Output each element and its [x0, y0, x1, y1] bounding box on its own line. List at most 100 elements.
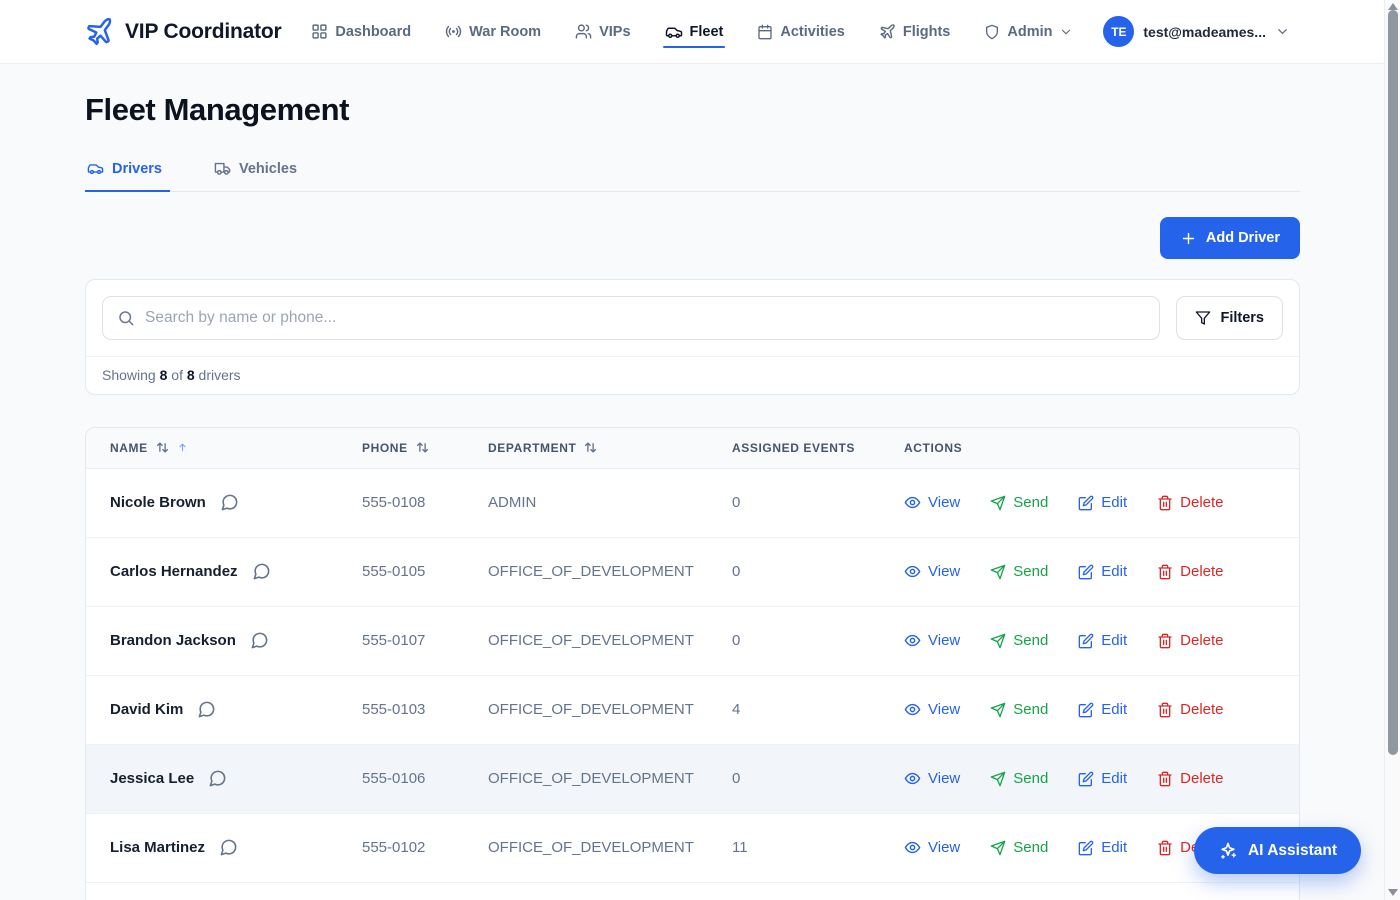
- sort-updown-icon: [583, 440, 598, 455]
- scrollbar-thumb[interactable]: [1388, 10, 1398, 755]
- table-row[interactable]: Jessica Lee 555-0106 OFFICE_OF_DEVELOPME…: [86, 744, 1299, 813]
- view-button[interactable]: View: [904, 701, 960, 718]
- delete-button[interactable]: Delete: [1157, 770, 1223, 787]
- fleet-tabs: Drivers Vehicles: [85, 158, 1300, 192]
- driver-phone: 555-0102: [338, 813, 464, 882]
- nav-item-flights[interactable]: Flights: [879, 0, 951, 64]
- eye-icon: [904, 632, 921, 649]
- nav-item-dashboard[interactable]: Dashboard: [311, 0, 411, 64]
- assigned-events-count: 0: [708, 606, 880, 675]
- nav-item-activities[interactable]: Activities: [757, 0, 844, 64]
- send-button[interactable]: Send: [990, 494, 1048, 511]
- driver-name: Jessica Lee: [110, 770, 194, 787]
- plus-icon: [1180, 230, 1197, 247]
- trash-icon: [1157, 771, 1173, 787]
- driver-name: Brandon Jackson: [110, 632, 236, 649]
- car-icon: [665, 23, 683, 41]
- edit-icon: [1078, 702, 1094, 718]
- edit-button[interactable]: Edit: [1078, 494, 1127, 511]
- edit-icon: [1078, 633, 1094, 649]
- table-row[interactable]: Brandon Jackson 555-0107 OFFICE_OF_DEVEL…: [86, 606, 1299, 675]
- driver-department: OFFICE_OF_DEVELOPMENT: [464, 675, 708, 744]
- edit-button[interactable]: Edit: [1078, 632, 1127, 649]
- scroll-up-arrow-icon[interactable]: [1388, 3, 1398, 10]
- view-button[interactable]: View: [904, 770, 960, 787]
- primary-nav: Dashboard War Room VIPs Fleet Activities…: [311, 0, 1073, 64]
- chat-bubble-icon[interactable]: [219, 838, 238, 857]
- chat-bubble-icon[interactable]: [220, 493, 239, 512]
- driver-name: David Kim: [110, 701, 183, 718]
- car-icon: [87, 160, 104, 177]
- nav-item-war-room[interactable]: War Room: [445, 0, 541, 64]
- column-header-assigned-events: ASSIGNED EVENTS: [708, 428, 880, 468]
- tab-vehicles[interactable]: Vehicles: [212, 158, 305, 191]
- trash-icon: [1157, 840, 1173, 856]
- plane-icon: [879, 23, 896, 40]
- table-row[interactable]: Nicole Brown 555-0108 ADMIN 0 View Send …: [86, 468, 1299, 537]
- user-menu[interactable]: TE test@madeames...: [1103, 16, 1290, 47]
- chevron-down-icon: [1275, 24, 1290, 39]
- send-button[interactable]: Send: [990, 563, 1048, 580]
- add-driver-button[interactable]: Add Driver: [1160, 217, 1300, 259]
- column-header-department[interactable]: DEPARTMENT: [464, 428, 708, 468]
- nav-item-fleet[interactable]: Fleet: [665, 0, 724, 64]
- send-button[interactable]: Send: [990, 632, 1048, 649]
- nav-item-vips[interactable]: VIPs: [575, 0, 630, 64]
- edit-button[interactable]: Edit: [1078, 563, 1127, 580]
- dashboard-grid-icon: [311, 23, 328, 40]
- delete-button[interactable]: Delete: [1157, 494, 1223, 511]
- driver-department: OFFICE_OF_DEVELOPMENT: [464, 813, 708, 882]
- send-button[interactable]: Send: [990, 701, 1048, 718]
- search-input[interactable]: [145, 309, 1145, 327]
- chat-bubble-icon[interactable]: [208, 769, 227, 788]
- nav-item-admin[interactable]: Admin: [984, 0, 1073, 64]
- sort-updown-icon: [415, 440, 430, 455]
- edit-button[interactable]: Edit: [1078, 701, 1127, 718]
- chat-bubble-icon[interactable]: [252, 562, 271, 581]
- top-navbar: VIP Coordinator Dashboard War Room VIPs …: [0, 0, 1400, 64]
- view-button[interactable]: View: [904, 632, 960, 649]
- scroll-down-arrow-icon[interactable]: [1388, 889, 1398, 896]
- shield-icon: [984, 24, 1000, 40]
- search-box: [102, 296, 1160, 340]
- edit-button[interactable]: Edit: [1078, 770, 1127, 787]
- driver-name: Lisa Martinez: [110, 839, 205, 856]
- view-button[interactable]: View: [904, 494, 960, 511]
- column-header-phone[interactable]: PHONE: [338, 428, 464, 468]
- page-title: Fleet Management: [85, 92, 1300, 128]
- arrow-up-icon: [177, 442, 188, 453]
- delete-button[interactable]: Delete: [1157, 632, 1223, 649]
- table-row[interactable]: Lisa Martinez 555-0102 OFFICE_OF_DEVELOP…: [86, 813, 1299, 882]
- results-summary: Showing 8 of 8 drivers: [86, 356, 1299, 394]
- send-icon: [990, 771, 1006, 787]
- driver-department: OFFICE_OF_DEVELOPMENT: [464, 537, 708, 606]
- delete-button[interactable]: Delete: [1157, 701, 1223, 718]
- trash-icon: [1157, 702, 1173, 718]
- broadcast-icon: [445, 23, 462, 40]
- filters-button[interactable]: Filters: [1176, 296, 1283, 340]
- driver-name: Carlos Hernandez: [110, 563, 238, 580]
- table-row[interactable]: Carlos Hernandez 555-0105 OFFICE_OF_DEVE…: [86, 537, 1299, 606]
- send-icon: [990, 495, 1006, 511]
- send-icon: [990, 564, 1006, 580]
- column-header-name[interactable]: NAME: [86, 428, 338, 468]
- tab-drivers[interactable]: Drivers: [85, 158, 170, 191]
- send-button[interactable]: Send: [990, 839, 1048, 856]
- edit-icon: [1078, 840, 1094, 856]
- view-button[interactable]: View: [904, 563, 960, 580]
- eye-icon: [904, 770, 921, 787]
- edit-button[interactable]: Edit: [1078, 839, 1127, 856]
- driver-phone: 555-0105: [338, 537, 464, 606]
- table-row[interactable]: David Kim 555-0103 OFFICE_OF_DEVELOPMENT…: [86, 675, 1299, 744]
- assigned-events-count: 4: [708, 675, 880, 744]
- sparkles-icon: [1218, 841, 1238, 861]
- truck-icon: [214, 160, 231, 177]
- delete-button[interactable]: Delete: [1157, 563, 1223, 580]
- view-button[interactable]: View: [904, 839, 960, 856]
- ai-assistant-button[interactable]: AI Assistant: [1194, 827, 1361, 874]
- send-button[interactable]: Send: [990, 770, 1048, 787]
- chat-bubble-icon[interactable]: [197, 700, 216, 719]
- vertical-scrollbar: [1384, 0, 1400, 900]
- eye-icon: [904, 563, 921, 580]
- chat-bubble-icon[interactable]: [250, 631, 269, 650]
